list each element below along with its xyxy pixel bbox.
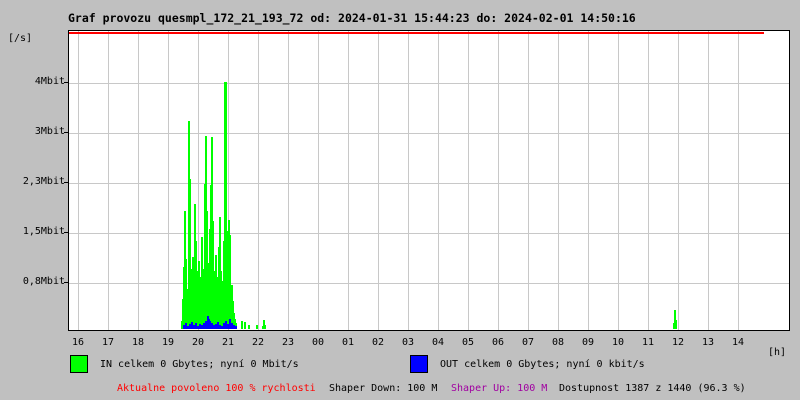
grid-line-vertical	[108, 31, 109, 330]
x-tick-label: 19	[161, 337, 175, 348]
grid-line-vertical	[288, 31, 289, 330]
grid-line-vertical	[318, 31, 319, 330]
x-tick-label: 08	[551, 337, 565, 348]
traffic-graph-screen: Graf provozu quesmpl_172_21_193_72 od: 2…	[0, 0, 800, 400]
grid-line-horizontal	[69, 283, 789, 284]
y-tick-label: 0,8Mbit	[22, 276, 65, 287]
x-axis-unit-label: [h]	[768, 347, 787, 358]
x-tick-label: 07	[521, 337, 535, 348]
grid-line-vertical	[558, 31, 559, 330]
x-tick-label: 06	[491, 337, 505, 348]
y-tick-mark	[64, 82, 68, 83]
grid-line-vertical	[468, 31, 469, 330]
x-tick-label: 09	[581, 337, 595, 348]
grid-line-vertical	[528, 31, 529, 330]
grid-line-vertical	[708, 31, 709, 330]
x-tick-label: 20	[191, 337, 205, 348]
grid-line-vertical	[588, 31, 589, 330]
grid-line-vertical	[138, 31, 139, 330]
grid-line-horizontal	[69, 233, 789, 234]
traffic-bar-out	[235, 326, 237, 329]
x-tick-label: 00	[311, 337, 325, 348]
y-tick-label: 1,5Mbit	[22, 226, 65, 237]
traffic-bar-in	[675, 320, 677, 329]
plot-area	[68, 30, 790, 331]
status-shaper-down: Shaper Down: 100 M	[329, 383, 438, 394]
status-shaper-up: Shaper Up: 100 M	[451, 383, 548, 394]
grid-line-vertical	[408, 31, 409, 330]
grid-line-horizontal	[69, 83, 789, 84]
grid-line-vertical	[348, 31, 349, 330]
x-tick-label: 05	[461, 337, 475, 348]
x-tick-label: 12	[671, 337, 685, 348]
allowed-speed-line	[69, 32, 764, 34]
legend-out-label: OUT celkem 0 Gbytes; nyní 0 kbit/s	[440, 359, 645, 370]
legend-out-swatch	[410, 355, 428, 373]
x-tick-label: 04	[431, 337, 445, 348]
grid-line-vertical	[168, 31, 169, 330]
grid-line-vertical	[378, 31, 379, 330]
grid-line-horizontal	[69, 183, 789, 184]
y-axis-unit-label: [/s]	[8, 33, 33, 44]
x-tick-label: 13	[701, 337, 715, 348]
x-tick-label: 23	[281, 337, 295, 348]
grid-line-vertical	[738, 31, 739, 330]
x-tick-label: 11	[641, 337, 655, 348]
y-tick-label: 2,3Mbit	[22, 176, 65, 187]
y-tick-mark	[64, 232, 68, 233]
grid-line-vertical	[258, 31, 259, 330]
traffic-bar-in	[248, 325, 250, 329]
legend-in-label: IN celkem 0 Gbytes; nyní 0 Mbit/s	[100, 359, 299, 370]
x-tick-label: 21	[221, 337, 235, 348]
x-tick-label: 01	[341, 337, 355, 348]
x-tick-label: 03	[401, 337, 415, 348]
grid-line-vertical	[498, 31, 499, 330]
chart-title: Graf provozu quesmpl_172_21_193_72 od: 2…	[68, 11, 636, 25]
grid-line-vertical	[648, 31, 649, 330]
grid-line-vertical	[618, 31, 619, 330]
y-tick-mark	[64, 182, 68, 183]
x-tick-label: 10	[611, 337, 625, 348]
x-tick-label: 14	[731, 337, 745, 348]
traffic-bar-in	[264, 325, 266, 329]
x-tick-label: 16	[71, 337, 85, 348]
status-allowed-speed: Aktualne povoleno 100 % rychlosti	[117, 383, 316, 394]
y-tick-mark	[64, 282, 68, 283]
grid-line-horizontal	[69, 133, 789, 134]
grid-line-vertical	[678, 31, 679, 330]
traffic-bar-in	[241, 321, 243, 329]
grid-line-vertical	[78, 31, 79, 330]
traffic-bar-in	[256, 325, 258, 329]
grid-line-vertical	[438, 31, 439, 330]
y-tick-label: 4Mbit	[34, 76, 65, 87]
status-availability: Dostupnost 1387 z 1440 (96.3 %)	[559, 383, 746, 394]
x-tick-label: 18	[131, 337, 145, 348]
traffic-bar-in	[244, 322, 246, 329]
x-tick-label: 02	[371, 337, 385, 348]
legend-in-swatch	[70, 355, 88, 373]
y-tick-label: 3Mbit	[34, 126, 65, 137]
y-tick-mark	[64, 132, 68, 133]
x-tick-label: 22	[251, 337, 265, 348]
x-tick-label: 17	[101, 337, 115, 348]
